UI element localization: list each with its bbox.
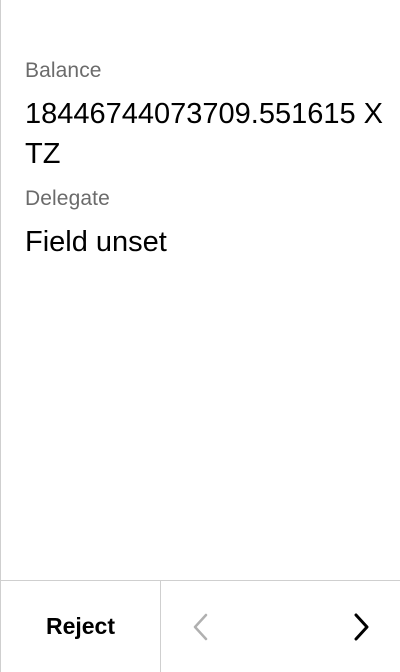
delegate-value: Field unset [25,226,167,258]
page-navigation [161,581,400,672]
reject-button[interactable]: Reject [1,581,161,672]
delegate-label: Delegate [25,187,110,210]
review-screen: Balance 18446744073709.551615 XTZ Delega… [0,0,400,672]
balance-value: 18446744073709.551615 XTZ [25,98,384,170]
chevron-right-icon [354,613,369,640]
footer-bar: Reject [1,580,400,672]
chevron-left-icon [193,613,208,640]
previous-page-button[interactable] [161,581,241,672]
balance-label: Balance [25,59,102,82]
next-page-button[interactable] [321,581,400,672]
review-content: Balance 18446744073709.551615 XTZ Delega… [1,0,400,580]
